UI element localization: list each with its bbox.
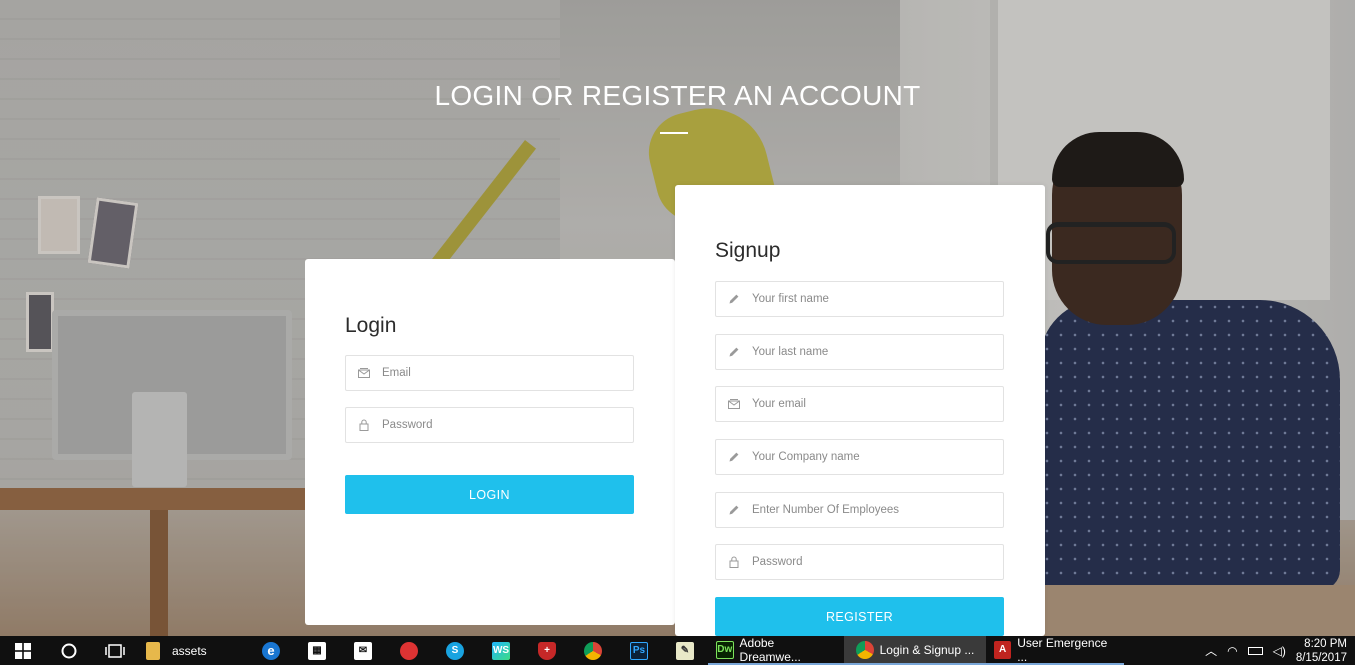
signup-employees-input[interactable] xyxy=(752,495,992,525)
envelope-icon xyxy=(716,399,752,409)
clock-time: 8:20 PM xyxy=(1304,637,1347,650)
envelope-icon xyxy=(346,368,382,378)
taskbar-notes[interactable]: ✎ xyxy=(662,636,708,665)
signup-company-input[interactable] xyxy=(752,442,992,472)
cortana-button[interactable] xyxy=(46,636,92,665)
photoshop-icon: Ps xyxy=(630,641,648,660)
login-email-field[interactable] xyxy=(345,355,634,391)
webstorm-icon: WS xyxy=(492,641,510,660)
mail-icon: ✉ xyxy=(354,641,372,660)
page-title: LOGIN OR REGISTER AN ACCOUNT xyxy=(434,80,921,111)
chrome-icon xyxy=(855,640,874,659)
taskbar-chrome[interactable] xyxy=(570,636,616,665)
login-card: Login LOGIN xyxy=(305,259,675,625)
notepad-icon: ✎ xyxy=(676,641,694,660)
pencil-icon xyxy=(716,346,752,358)
taskbar-edge[interactable]: e xyxy=(248,636,294,665)
chevron-up-icon[interactable]: ︿ xyxy=(1205,642,1217,659)
dreamweaver-icon: Dw xyxy=(716,640,734,659)
taskbar-folder-label: assets xyxy=(172,643,207,658)
signup-card: Signup REGISTER xyxy=(675,185,1045,636)
pencil-icon xyxy=(716,504,752,516)
signup-first-name-input[interactable] xyxy=(752,284,992,314)
signup-title: Signup xyxy=(715,239,781,262)
title-underline xyxy=(660,132,688,134)
battery-icon[interactable] xyxy=(1247,646,1263,655)
shield-icon: + xyxy=(538,641,556,660)
chrome-icon xyxy=(584,641,602,660)
pencil-icon xyxy=(716,451,752,463)
register-button[interactable]: REGISTER xyxy=(715,597,1004,636)
taskbar-webstorm[interactable]: WS xyxy=(478,636,524,665)
taskbar-security[interactable]: + xyxy=(524,636,570,665)
login-title: Login xyxy=(345,314,397,337)
app-icon xyxy=(400,641,418,660)
taskbar-mail[interactable]: ✉ xyxy=(340,636,386,665)
signup-password-field[interactable] xyxy=(715,544,1004,580)
taskbar-clock[interactable]: 8:20 PM 8/15/2017 xyxy=(1296,637,1347,665)
signup-employees-field[interactable] xyxy=(715,492,1004,528)
taskbar-store[interactable]: ▦ xyxy=(294,636,340,665)
login-password-input[interactable] xyxy=(382,410,622,440)
store-bag-icon: ▦ xyxy=(308,641,326,660)
lock-icon xyxy=(346,419,382,431)
taskbar-dreamweaver-label: Adobe Dreamwe... xyxy=(739,635,801,664)
windows-taskbar: assets e ▦ ✉ S WS + Ps ✎ Dw Adobe Dreamw… xyxy=(0,636,1355,665)
pdf-icon: A xyxy=(994,640,1012,659)
taskbar-skype[interactable]: S xyxy=(432,636,478,665)
task-view-button[interactable] xyxy=(92,636,138,665)
start-button[interactable] xyxy=(0,636,46,665)
lock-icon xyxy=(716,556,752,568)
taskbar-pdf-window[interactable]: A User Emergence ... xyxy=(986,636,1124,665)
taskbar-pdf-label: User Emergence ... xyxy=(1017,635,1108,664)
taskbar-chrome-window[interactable]: Login & Signup ... xyxy=(844,636,986,665)
signup-email-input[interactable] xyxy=(752,389,992,419)
login-password-field[interactable] xyxy=(345,407,634,443)
signup-email-field[interactable] xyxy=(715,386,1004,422)
pencil-icon xyxy=(716,293,752,305)
taskbar-chrome-label: Login & Signup ... xyxy=(879,642,975,657)
login-email-input[interactable] xyxy=(382,358,622,388)
system-tray: ︿ ◠ ◁) 8:20 PM 8/15/2017 xyxy=(1205,637,1355,665)
speaker-icon[interactable]: ◁) xyxy=(1273,644,1286,658)
windows-logo-icon xyxy=(15,642,31,659)
cortana-circle-icon xyxy=(61,643,77,658)
taskbar-photoshop[interactable]: Ps xyxy=(616,636,662,665)
signup-company-field[interactable] xyxy=(715,439,1004,475)
signup-last-name-input[interactable] xyxy=(752,337,992,367)
login-button[interactable]: LOGIN xyxy=(345,475,634,514)
clock-date: 8/15/2017 xyxy=(1295,651,1347,664)
taskbar-app-red[interactable] xyxy=(386,636,432,665)
signup-last-name-field[interactable] xyxy=(715,334,1004,370)
skype-icon: S xyxy=(446,641,464,660)
taskbar-dreamweaver[interactable]: Dw Adobe Dreamwe... xyxy=(708,636,844,665)
folder-icon xyxy=(146,641,160,660)
task-view-icon xyxy=(105,643,125,658)
taskbar-folder-assets[interactable]: assets xyxy=(138,636,248,665)
edge-icon: e xyxy=(262,641,280,660)
signup-first-name-field[interactable] xyxy=(715,281,1004,317)
wifi-icon[interactable]: ◠ xyxy=(1227,644,1237,658)
signup-password-input[interactable] xyxy=(752,547,992,577)
